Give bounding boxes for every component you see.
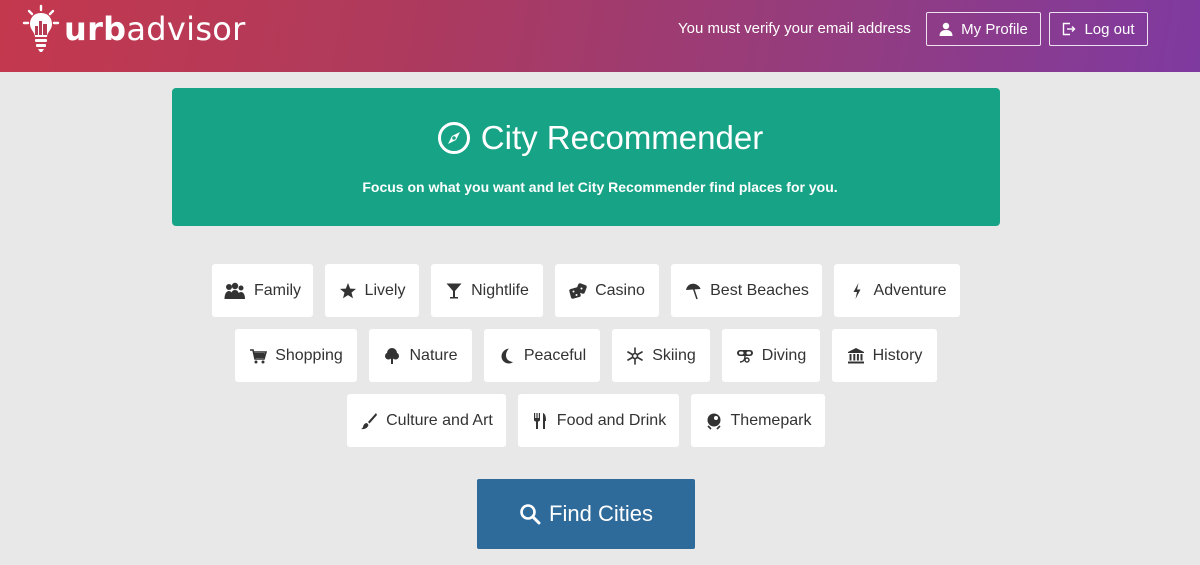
urbadvisor-logo[interactable]: urbadvisor: [22, 4, 246, 54]
category-label: Lively: [364, 281, 406, 299]
category-label: Peaceful: [523, 346, 587, 364]
goggles-icon: [736, 349, 753, 363]
logo-text: urbadvisor: [64, 10, 246, 48]
category-label: Food and Drink: [556, 411, 667, 429]
category-history[interactable]: History: [832, 329, 937, 382]
logout-button[interactable]: Log out: [1049, 12, 1148, 46]
museum-icon: [847, 347, 864, 363]
hero-title-text: City Recommender: [480, 119, 764, 156]
category-culture-and-art[interactable]: Culture and Art: [347, 394, 506, 447]
my-profile-button[interactable]: My Profile: [926, 12, 1041, 46]
umbrella-icon: [686, 283, 701, 299]
fork-knife-icon: [533, 412, 546, 429]
find-cities-label: Find Cities: [549, 501, 653, 526]
lightbulb-logo-icon: [22, 4, 60, 52]
category-nature[interactable]: Nature: [369, 329, 472, 382]
my-profile-label: My Profile: [961, 20, 1028, 38]
category-family[interactable]: Family: [212, 264, 313, 317]
search-icon: [520, 504, 541, 525]
logout-label: Log out: [1084, 20, 1135, 38]
category-label: Best Beaches: [710, 281, 809, 299]
family-icon: [224, 282, 245, 299]
cocktail-icon: [446, 283, 462, 298]
category-nightlife[interactable]: Nightlife: [431, 264, 543, 317]
rollercoaster-icon: [706, 413, 721, 430]
user-icon: [939, 22, 953, 36]
find-cities-button[interactable]: Find Cities: [477, 479, 695, 549]
category-food-and-drink[interactable]: Food and Drink: [518, 394, 679, 447]
category-peaceful[interactable]: Peaceful: [484, 329, 600, 382]
category-label: History: [872, 346, 923, 364]
snowflake-icon: [627, 346, 644, 365]
category-label: Nightlife: [471, 281, 529, 299]
category-label: Skiing: [652, 346, 696, 364]
top-header: urbadvisor You must verify your email ad…: [0, 0, 1200, 72]
hero-title: City Recommender: [0, 118, 1200, 158]
star-icon: [339, 282, 356, 298]
category-themepark[interactable]: Themepark: [691, 394, 825, 447]
category-label: Nature: [409, 346, 458, 364]
category-label: Adventure: [873, 281, 947, 299]
category-label: Family: [253, 281, 302, 299]
category-diving[interactable]: Diving: [722, 329, 820, 382]
category-casino[interactable]: Casino: [555, 264, 659, 317]
category-shopping[interactable]: Shopping: [235, 329, 357, 382]
logout-icon: [1063, 22, 1076, 36]
moon-icon: [501, 348, 513, 363]
category-skiing[interactable]: Skiing: [612, 329, 710, 382]
tree-icon: [385, 347, 400, 364]
cart-icon: [250, 348, 268, 363]
category-label: Diving: [761, 346, 807, 364]
verify-email-message: You must verify your email address: [678, 20, 911, 37]
category-label: Casino: [595, 281, 645, 299]
category-label: Themepark: [730, 411, 812, 429]
lightning-icon: [853, 282, 861, 299]
category-label: Shopping: [275, 346, 343, 364]
dice-icon: [569, 282, 587, 299]
brush-icon: [361, 412, 378, 429]
category-adventure[interactable]: Adventure: [834, 264, 960, 317]
hero-subtitle: Focus on what you want and let City Reco…: [362, 179, 838, 195]
category-lively[interactable]: Lively: [325, 264, 419, 317]
category-best-beaches[interactable]: Best Beaches: [671, 264, 822, 317]
compass-icon: [437, 122, 470, 154]
category-label: Culture and Art: [386, 411, 493, 429]
